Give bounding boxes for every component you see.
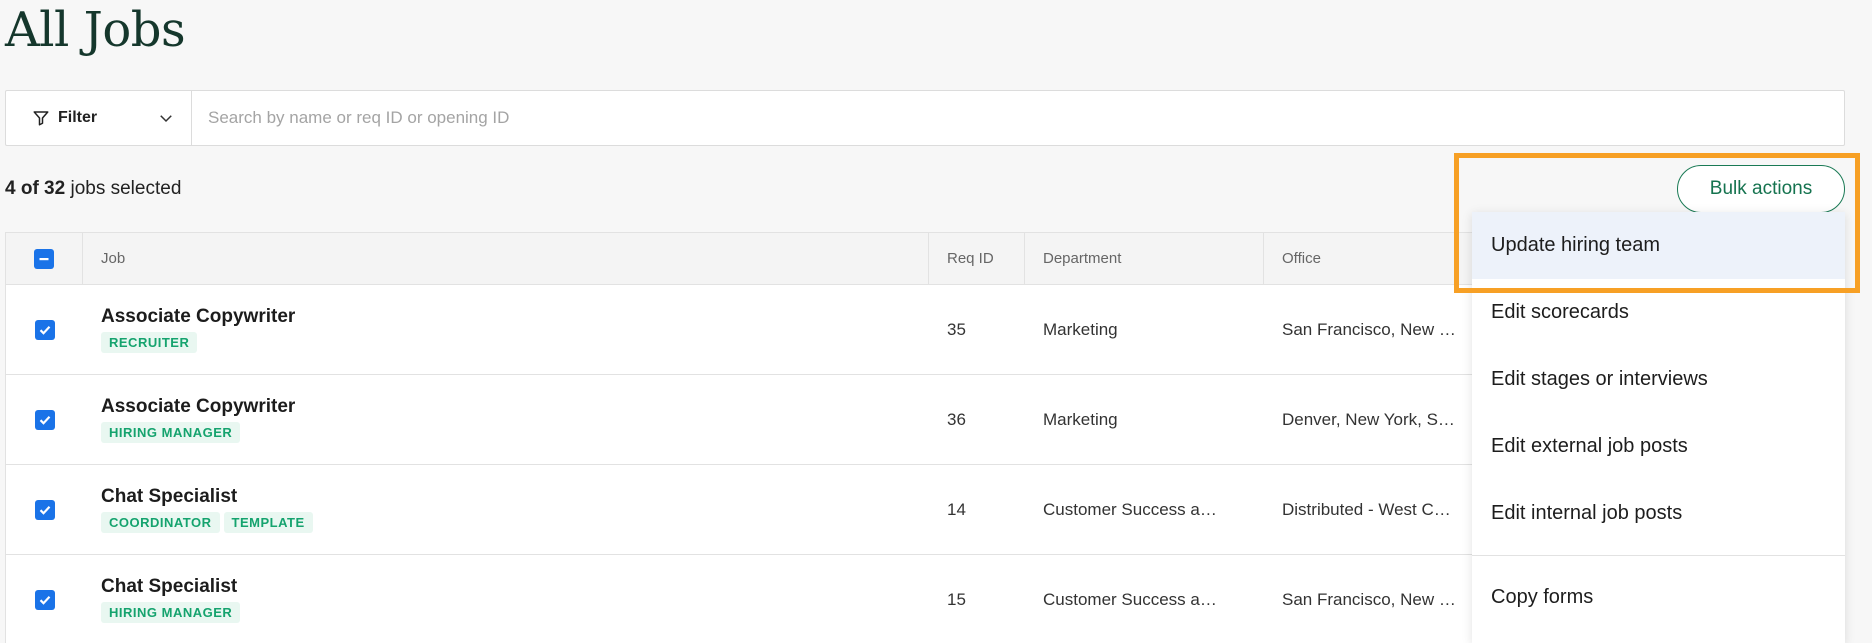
tag-list: RECRUITER bbox=[101, 332, 198, 353]
filter-button[interactable]: Filter bbox=[6, 91, 192, 145]
department-cell: Customer Success a… bbox=[1043, 499, 1217, 519]
table-row[interactable]: Chat Specialist COORDINATOR TEMPLATE 14 … bbox=[6, 465, 1474, 555]
check-icon bbox=[39, 595, 50, 605]
role-tag: TEMPLATE bbox=[223, 512, 313, 533]
search-input[interactable] bbox=[192, 91, 1844, 145]
req-id-cell: 35 bbox=[947, 319, 966, 339]
bulk-actions-menu: Update hiring team Edit scorecards Edit … bbox=[1472, 212, 1845, 643]
check-icon bbox=[39, 325, 50, 335]
chevron-down-icon[interactable] bbox=[157, 109, 175, 127]
search-bar: Filter bbox=[5, 90, 1845, 146]
row-checkbox[interactable] bbox=[34, 499, 55, 520]
row-check-cell bbox=[6, 285, 83, 374]
role-tag: RECRUITER bbox=[101, 332, 198, 353]
selection-summary: 4 of 32 jobs selected bbox=[5, 178, 181, 200]
department-cell: Marketing bbox=[1043, 319, 1118, 339]
menu-divider bbox=[1472, 555, 1845, 556]
req-id-cell: 36 bbox=[947, 409, 966, 429]
menu-item-edit-scorecards[interactable]: Edit scorecards bbox=[1472, 279, 1845, 346]
table-row[interactable]: Associate Copywriter RECRUITER 35 Market… bbox=[6, 285, 1474, 375]
tag-list: HIRING MANAGER bbox=[101, 422, 241, 443]
table-row[interactable]: Associate Copywriter HIRING MANAGER 36 M… bbox=[6, 375, 1474, 465]
row-check-cell bbox=[6, 375, 83, 464]
row-checkbox[interactable] bbox=[34, 319, 55, 340]
check-icon bbox=[39, 415, 50, 425]
job-cell: Associate Copywriter HIRING MANAGER bbox=[83, 375, 929, 464]
bulk-actions-button[interactable]: Bulk actions bbox=[1677, 165, 1845, 213]
job-name-link[interactable]: Chat Specialist bbox=[101, 576, 237, 598]
tag-list: COORDINATOR TEMPLATE bbox=[101, 512, 313, 533]
table-row[interactable]: Chat Specialist HIRING MANAGER 15 Custom… bbox=[6, 555, 1474, 643]
office-cell: San Francisco, New … bbox=[1282, 319, 1456, 339]
filter-icon bbox=[33, 111, 49, 126]
check-icon bbox=[39, 505, 50, 515]
office-cell: Denver, New York, S… bbox=[1282, 409, 1455, 429]
job-cell: Associate Copywriter RECRUITER bbox=[83, 285, 929, 374]
job-cell: Chat Specialist COORDINATOR TEMPLATE bbox=[83, 465, 929, 554]
job-name-link[interactable]: Associate Copywriter bbox=[101, 396, 295, 418]
role-tag: HIRING MANAGER bbox=[101, 422, 241, 443]
menu-item-edit-internal-posts[interactable]: Edit internal job posts bbox=[1472, 480, 1845, 547]
column-header-job[interactable]: Job bbox=[83, 233, 929, 284]
select-all-cell bbox=[6, 233, 83, 284]
department-cell: Marketing bbox=[1043, 409, 1118, 429]
role-tag: COORDINATOR bbox=[101, 512, 220, 533]
department-cell: Customer Success a… bbox=[1043, 589, 1217, 609]
selection-suffix: jobs selected bbox=[65, 178, 182, 199]
role-tag: HIRING MANAGER bbox=[101, 602, 241, 623]
column-header-department[interactable]: Department bbox=[1025, 233, 1264, 284]
row-check-cell bbox=[6, 555, 83, 643]
row-checkbox[interactable] bbox=[34, 589, 55, 610]
tag-list: HIRING MANAGER bbox=[101, 602, 241, 623]
req-id-cell: 14 bbox=[947, 499, 966, 519]
table-header: Job Req ID Department Office bbox=[6, 233, 1474, 285]
req-id-cell: 15 bbox=[947, 589, 966, 609]
menu-item-edit-stages[interactable]: Edit stages or interviews bbox=[1472, 346, 1845, 413]
selection-count: 4 of 32 bbox=[5, 178, 66, 199]
select-all-checkbox[interactable] bbox=[34, 248, 54, 269]
filter-label: Filter bbox=[58, 109, 98, 126]
job-cell: Chat Specialist HIRING MANAGER bbox=[83, 555, 929, 643]
job-name-link[interactable]: Associate Copywriter bbox=[101, 306, 295, 328]
jobs-table: Job Req ID Department Office Associate C… bbox=[5, 232, 1475, 643]
menu-item-copy-forms[interactable]: Copy forms bbox=[1472, 564, 1845, 631]
job-name-link[interactable]: Chat Specialist bbox=[101, 486, 237, 508]
page-title: All Jobs bbox=[5, 2, 186, 58]
column-header-req-id[interactable]: Req ID bbox=[929, 233, 1025, 284]
office-cell: Distributed - West C… bbox=[1282, 499, 1451, 519]
minus-icon bbox=[39, 257, 49, 260]
column-header-office[interactable]: Office bbox=[1264, 233, 1474, 284]
menu-item-update-hiring-team[interactable]: Update hiring team bbox=[1472, 212, 1845, 279]
office-cell: San Francisco, New … bbox=[1282, 589, 1456, 609]
menu-item-edit-external-posts[interactable]: Edit external job posts bbox=[1472, 413, 1845, 480]
row-check-cell bbox=[6, 465, 83, 554]
row-checkbox[interactable] bbox=[34, 409, 55, 430]
